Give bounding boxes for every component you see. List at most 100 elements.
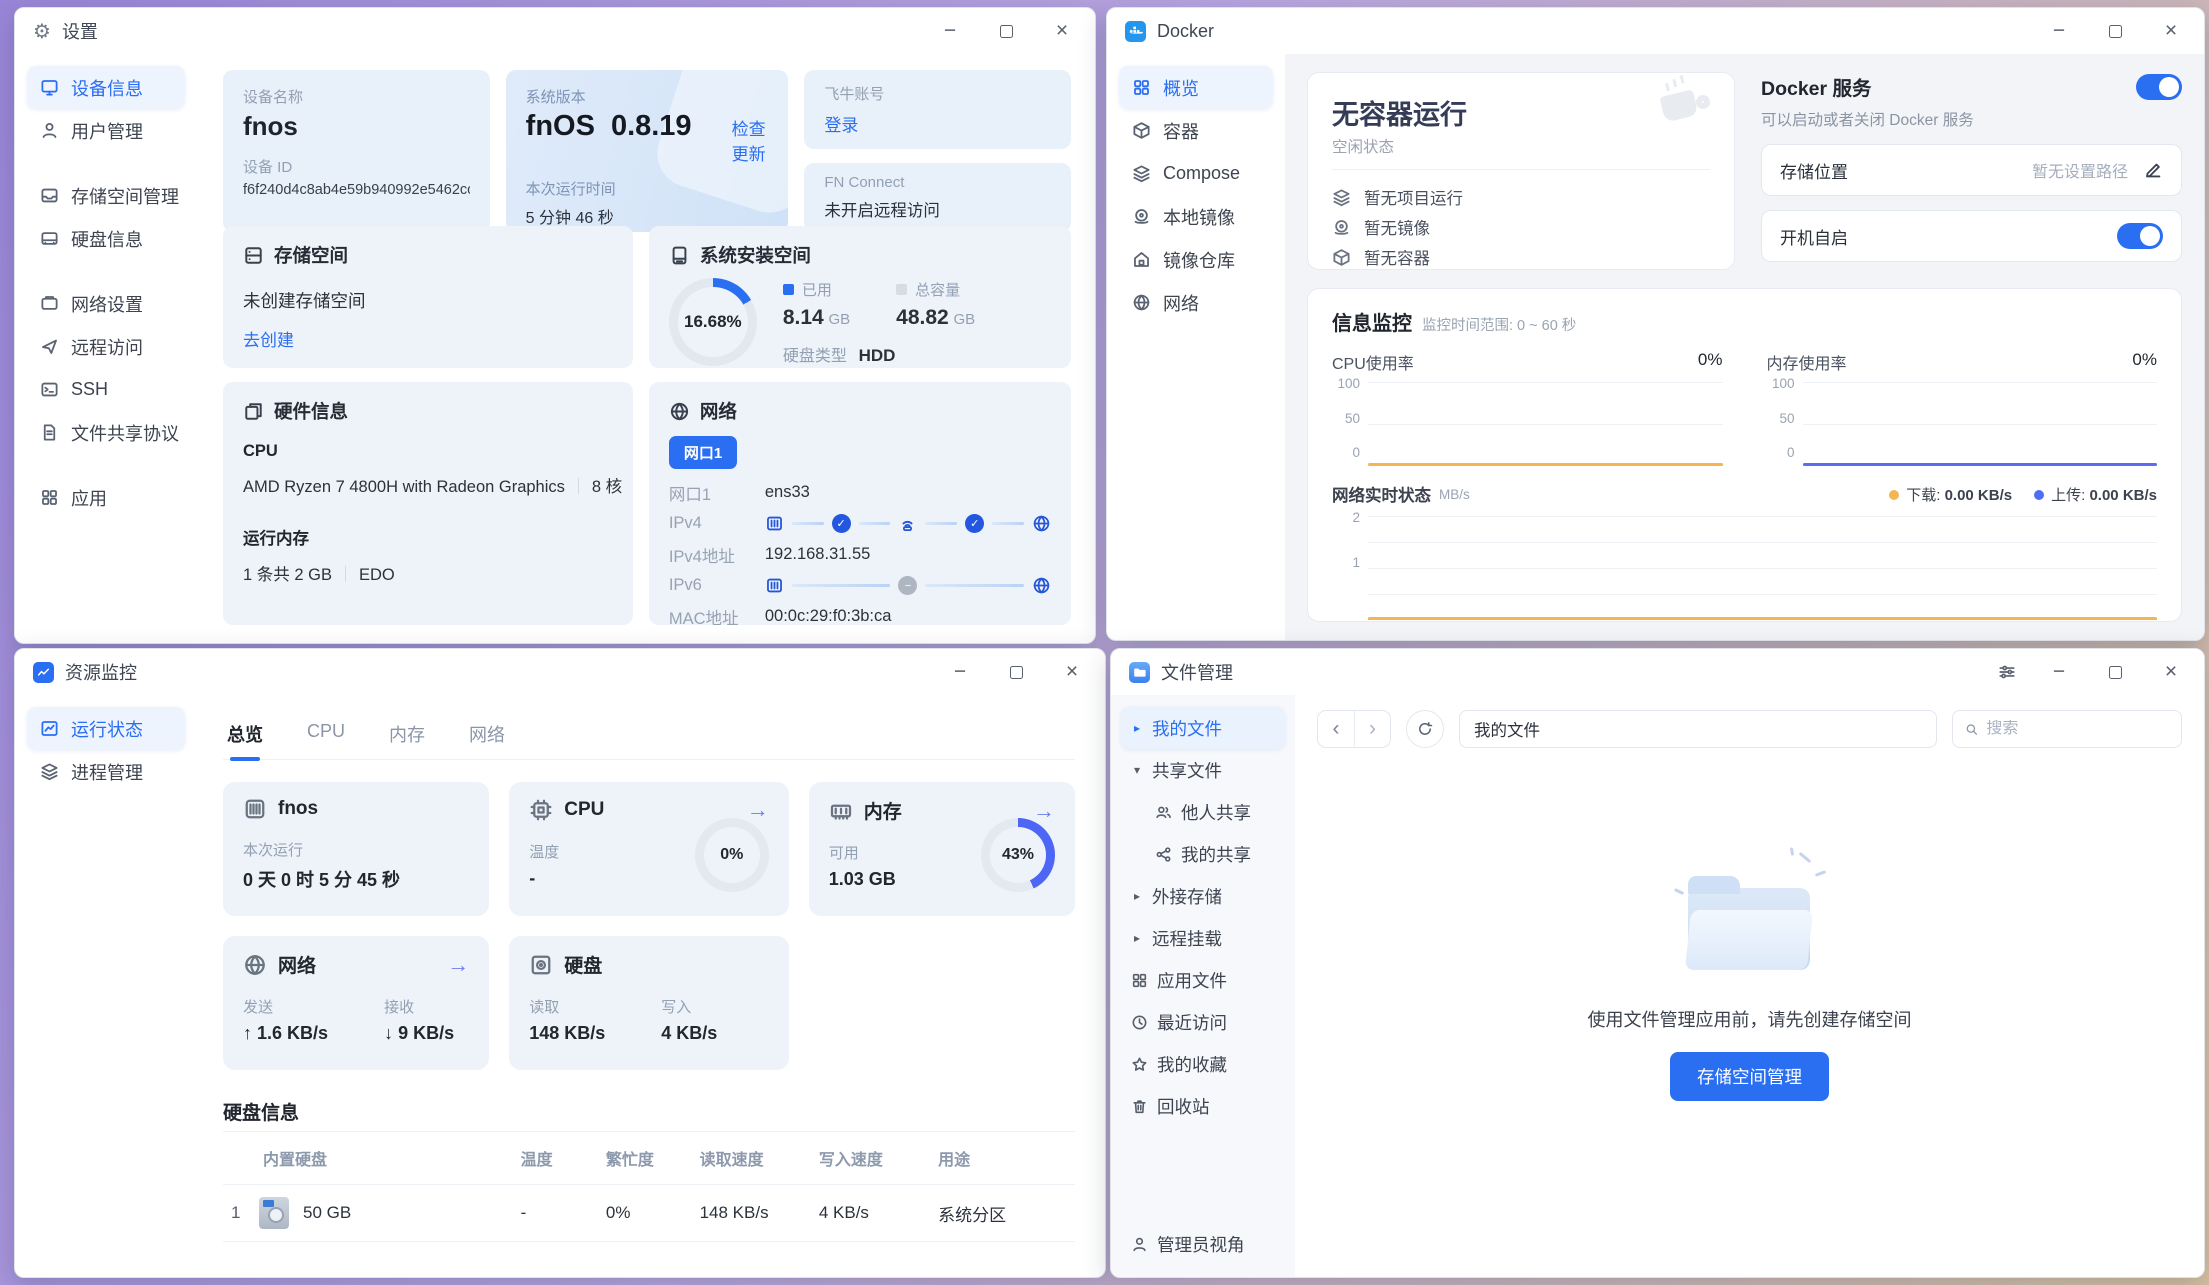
sidebar-item-apps[interactable]: 应用 [27, 476, 185, 519]
cpu-detail-arrow-icon[interactable]: → [747, 797, 769, 823]
sidebar-item-process-management[interactable]: 进程管理 [27, 750, 185, 793]
docker-window-title: Docker [1157, 21, 1214, 42]
sidebar-item-recent[interactable]: 最近访问 [1121, 1001, 1285, 1043]
close-icon[interactable]: × [2158, 18, 2184, 44]
sidebar-item-user-management[interactable]: 用户管理 [27, 109, 185, 152]
path-input[interactable] [1459, 710, 1937, 748]
chevron-right-icon[interactable]: ▸ [1131, 721, 1143, 735]
minimize-icon[interactable]: − [937, 18, 963, 44]
forward-icon[interactable]: › [1354, 711, 1390, 747]
send-value: 1.6 KB/s [257, 1023, 328, 1043]
search-box[interactable] [1952, 710, 2182, 748]
tab-cpu[interactable]: CPU [305, 713, 347, 759]
device-id-value: f6f240d4c8ab4e59b940992e5462cc9b872... [243, 182, 470, 198]
download-legend: 下载: 0.00 KB/s [1889, 484, 2012, 505]
system-space-donut: 16.68% [669, 278, 757, 366]
login-link[interactable]: 登录 [824, 111, 1051, 136]
sidebar-item-ssh[interactable]: SSH [27, 368, 185, 411]
settings-content: 设备名称 fnos 设备 ID f6f240d4c8ab4e59b940992e… [197, 54, 1095, 643]
autostart-toggle[interactable] [2117, 223, 2163, 249]
ipv4-check-icon: ✓ [832, 514, 851, 533]
sidebar-item-admin-view[interactable]: 管理员视角 [1121, 1223, 1285, 1265]
minimize-icon[interactable]: − [947, 659, 973, 685]
ram-icon [829, 799, 853, 823]
sidebar-item-external-storage[interactable]: ▸ 外接存储 [1121, 875, 1285, 917]
docker-service-toggle[interactable] [2136, 74, 2182, 100]
maximize-icon[interactable] [1003, 659, 1029, 685]
sidebar-item-containers[interactable]: 容器 [1119, 109, 1273, 152]
close-icon[interactable]: × [2158, 659, 2184, 685]
docker-status-subtitle: 空闲状态 [1332, 135, 1710, 157]
port-badge[interactable]: 网口1 [669, 436, 737, 469]
storage-location-value: 暂无设置路径 [2032, 158, 2128, 182]
sidebar-item-network-settings[interactable]: 网络设置 [27, 282, 185, 325]
sidebar-item-shared-by-others[interactable]: 他人共享 [1121, 791, 1285, 833]
tab-network[interactable]: 网络 [467, 713, 507, 759]
total-unit: GB [953, 311, 975, 328]
sidebar-item-local-images[interactable]: 本地镜像 [1119, 195, 1273, 238]
network-detail-arrow-icon[interactable]: → [447, 952, 469, 978]
sidebar-item-compose[interactable]: Compose [1119, 152, 1273, 195]
memory-detail-arrow-icon[interactable]: → [1033, 798, 1055, 824]
close-icon[interactable]: × [1059, 659, 1085, 685]
disk-table-row[interactable]: 1 50 GB - 0% 148 KB/s 4 KB/s 系统分区 [223, 1185, 1075, 1242]
sidebar-item-remote-mount[interactable]: ▸ 远程挂载 [1121, 917, 1285, 959]
apps-grid-icon [1131, 972, 1148, 989]
minimize-icon[interactable]: − [2046, 659, 2072, 685]
check-update-link[interactable]: 检查更新 [732, 115, 769, 165]
sidebar-item-app-files[interactable]: 应用文件 [1121, 959, 1285, 1001]
maximize-icon[interactable] [2102, 18, 2128, 44]
cpu-model: AMD Ryzen 7 4800H with Radeon Graphics [243, 478, 565, 496]
layers-icon [40, 762, 59, 781]
sidebar-item-label: 网络设置 [71, 291, 143, 317]
chevron-right-icon[interactable]: ▸ [1131, 931, 1143, 945]
chevron-right-icon[interactable]: ▸ [1131, 889, 1143, 903]
maximize-icon[interactable] [2102, 659, 2128, 685]
disk-temp: - [513, 1185, 598, 1242]
sidebar-item-shared-files[interactable]: ▾ 共享文件 [1121, 749, 1285, 791]
sidebar-item-disk-info[interactable]: 硬盘信息 [27, 217, 185, 260]
sidebar-item-file-sharing-protocol[interactable]: 文件共享协议 [27, 411, 185, 454]
sidebar-item-overview[interactable]: 概览 [1119, 66, 1273, 109]
memory-info: 1 条共 2 GB [243, 566, 332, 584]
sidebar-item-storage-management[interactable]: 存储空间管理 [27, 174, 185, 217]
search-input[interactable] [1986, 720, 2169, 738]
storage-space-status: 未创建存储空间 [243, 288, 613, 313]
monitor-sidebar: 运行状态 进程管理 [15, 695, 197, 1277]
back-icon[interactable]: ‹ [1318, 711, 1354, 747]
send-label: 发送 [243, 996, 328, 1017]
sidebar-item-my-shares[interactable]: 我的共享 [1121, 833, 1285, 875]
storage-location-row: 存储位置 暂无设置路径 [1761, 144, 2182, 196]
docker-monitor-card: 信息监控 监控时间范围: 0 ~ 60 秒 CPU使用率 0% 100 50 [1307, 288, 2182, 622]
ipv6-label: IPv6 [669, 576, 765, 595]
sidebar-item-favorites[interactable]: 我的收藏 [1121, 1043, 1285, 1085]
storage-pool-icon [40, 186, 59, 205]
download-value: 0.00 KB/s [1945, 487, 2013, 504]
docker-window: Docker − × 概览 容器 Compose 本地镜像 [1106, 7, 2205, 641]
tab-overview[interactable]: 总览 [225, 713, 265, 759]
edit-pencil-icon[interactable] [2144, 161, 2163, 180]
coffee-cup-icon [1656, 85, 1716, 133]
storage-space-icon [243, 245, 264, 266]
sidebar-item-registry[interactable]: 镜像仓库 [1119, 238, 1273, 281]
internet-globe-icon [1032, 576, 1051, 595]
sidebar-item-remote-access[interactable]: 远程访问 [27, 325, 185, 368]
sidebar-item-running-status[interactable]: 运行状态 [27, 707, 185, 750]
tab-memory[interactable]: 内存 [387, 713, 427, 759]
sidebar-item-network[interactable]: 网络 [1119, 281, 1273, 324]
chevron-down-icon[interactable]: ▾ [1131, 763, 1143, 777]
minimize-icon[interactable]: − [2046, 18, 2072, 44]
file-manager-app-icon [1129, 662, 1150, 683]
close-icon[interactable]: × [1049, 18, 1075, 44]
sidebar-item-recycle-bin[interactable]: 回收站 [1121, 1085, 1285, 1127]
memory-card-title: 内存 [864, 797, 902, 824]
maximize-icon[interactable] [993, 18, 1019, 44]
sidebar-item-my-files[interactable]: ▸ 我的文件 [1121, 707, 1285, 749]
refresh-icon[interactable] [1406, 710, 1444, 748]
sidebar-item-label: 硬盘信息 [71, 226, 143, 252]
create-storage-link[interactable]: 去创建 [243, 326, 613, 351]
sidebar-item-device-info[interactable]: 设备信息 [27, 66, 185, 109]
monitor-window-title: 资源监控 [65, 659, 137, 685]
storage-management-button[interactable]: 存储空间管理 [1670, 1052, 1829, 1101]
view-settings-icon[interactable] [1998, 663, 2016, 681]
